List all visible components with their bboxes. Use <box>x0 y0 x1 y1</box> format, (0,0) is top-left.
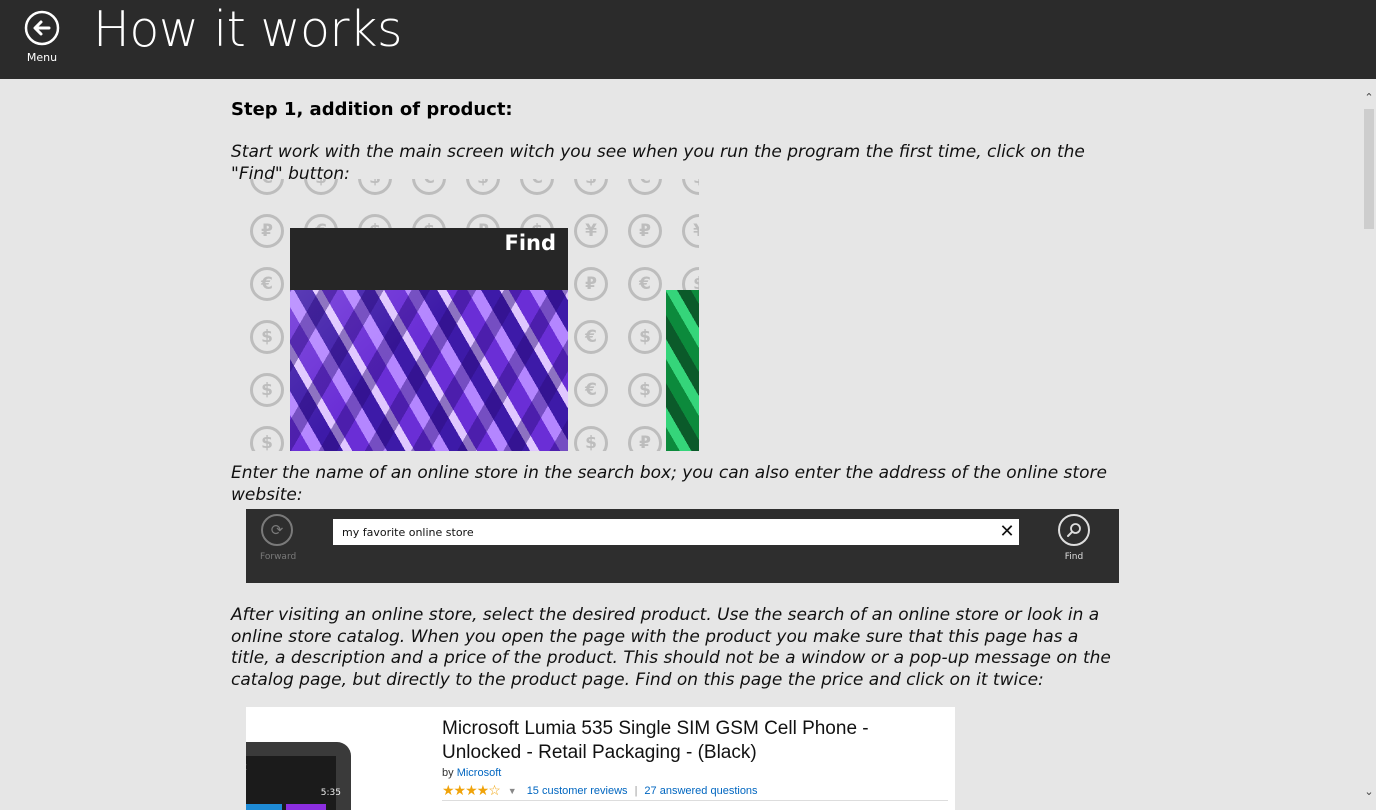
search-bar-image: ⟳ Forward ✕ Find <box>246 509 1119 583</box>
page-title: How it works <box>93 1 402 58</box>
find-label: Find <box>1064 552 1084 562</box>
currency-icon: $ <box>250 320 284 354</box>
find-button: Find <box>1057 514 1091 562</box>
currency-icon: $ <box>628 373 662 407</box>
currency-icon: € <box>574 320 608 354</box>
currency-icon: € <box>250 179 284 195</box>
phone-screen <box>246 756 336 810</box>
currency-icon: ₽ <box>574 267 608 301</box>
product-page-image: soft 5:35 Microsoft Lumia 535 Single SIM… <box>246 707 955 810</box>
product-title: Microsoft Lumia 535 Single SIM GSM Cell … <box>442 718 869 763</box>
back-arrow-icon <box>24 10 60 46</box>
scroll-down-arrow-icon[interactable]: ⌄ <box>1362 785 1376 799</box>
currency-icon: € <box>574 373 608 407</box>
chevron-down-icon: ▼ <box>507 785 517 796</box>
currency-icon: € <box>250 267 284 301</box>
currency-icon: $ <box>574 426 608 451</box>
find-tile: Find <box>290 228 568 451</box>
currency-icon: € <box>628 179 662 195</box>
currency-icon: ₽ <box>628 214 662 248</box>
search-icon <box>1058 514 1090 546</box>
questions-link: 27 answered questions <box>644 784 758 797</box>
forward-label: Forward <box>260 552 297 562</box>
currency-icon: ¥ <box>574 214 608 248</box>
forward-button: ⟳ Forward <box>260 514 297 562</box>
instruction-paragraph-2: Enter the name of an online store in the… <box>231 463 1107 505</box>
divider <box>442 800 948 801</box>
currency-icon: $ <box>628 320 662 354</box>
start-screen-image: €$$€$€$€$₽€$$₽$¥₽¥€€$$€$₽€$$¥₽€€$€$€$€$€… <box>248 179 699 451</box>
step-heading: Step 1, addition of product: <box>231 99 513 120</box>
phone-tiles <box>246 804 326 810</box>
currency-icon: € <box>520 179 554 195</box>
currency-icon: $ <box>358 179 392 195</box>
currency-icon: ₽ <box>628 426 662 451</box>
phone-image: soft 5:35 <box>246 742 351 810</box>
currency-icon: € <box>628 267 662 301</box>
refresh-icon: ⟳ <box>261 514 293 546</box>
scroll-thumb[interactable] <box>1364 109 1374 229</box>
currency-icon: $ <box>250 426 284 451</box>
currency-icon: $ <box>574 179 608 195</box>
currency-icon: $ <box>682 179 699 195</box>
separator: | <box>634 784 638 797</box>
vertical-scrollbar[interactable]: ⌃ ⌄ <box>1362 79 1376 810</box>
clear-icon: ✕ <box>999 521 1015 542</box>
currency-icon: € <box>412 179 446 195</box>
currency-icon: $ <box>304 179 338 195</box>
instruction-paragraph-3: After visiting an online store, select t… <box>231 605 1111 690</box>
currency-icon: ¥ <box>682 214 699 248</box>
currency-icon: ₽ <box>250 214 284 248</box>
star-rating-icon: ★★★★☆ <box>442 782 501 798</box>
phone-time: 5:35 <box>320 788 341 798</box>
phone-text: soft <box>246 762 247 773</box>
find-tile-label: Find <box>504 231 556 255</box>
product-rating-row: ★★★★☆ ▼ 15 customer reviews | 27 answere… <box>442 782 758 799</box>
find-tile-artwork <box>290 290 568 451</box>
back-button[interactable]: Menu <box>18 10 66 70</box>
scroll-up-arrow-icon[interactable]: ⌃ <box>1362 91 1376 105</box>
back-button-label: Menu <box>26 51 58 64</box>
brand-link: Microsoft <box>456 767 502 779</box>
reviews-link: 15 customer reviews <box>526 784 628 797</box>
content-scroll-area[interactable]: Step 1, addition of product: Start work … <box>0 79 1362 810</box>
currency-icon: $ <box>250 373 284 407</box>
app-bar: Menu How it works <box>0 0 1376 79</box>
search-input <box>333 519 1019 545</box>
currency-icon: $ <box>466 179 500 195</box>
green-tile <box>666 290 699 451</box>
product-brand-line: by Microsoft <box>442 767 501 779</box>
by-prefix: by <box>442 767 454 779</box>
